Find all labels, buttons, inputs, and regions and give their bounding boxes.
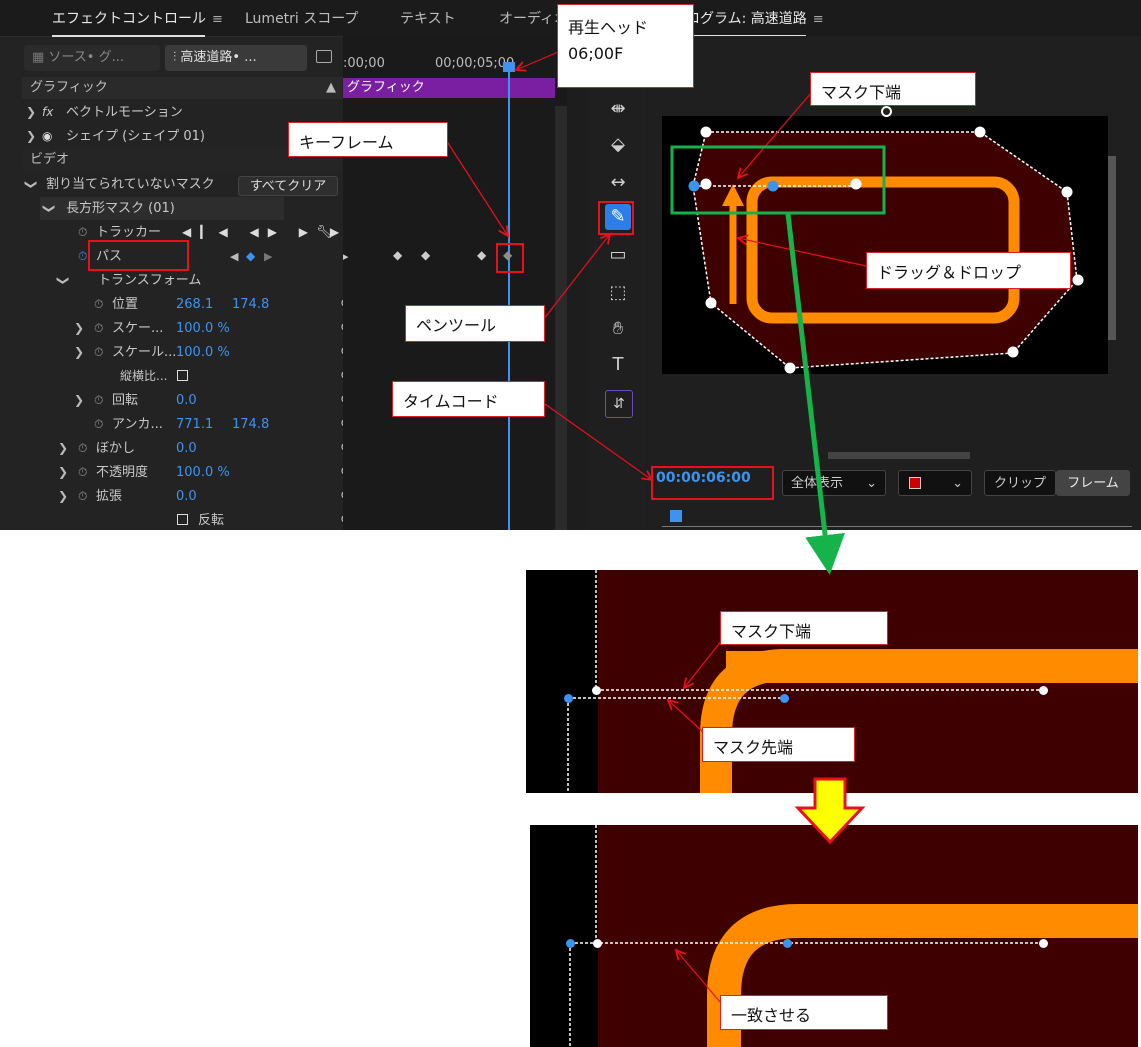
callout-match: 一致させる xyxy=(720,995,888,1030)
highlight-pen-tool xyxy=(598,201,634,235)
highlight-timecode xyxy=(651,466,774,500)
highlight-path-row xyxy=(88,240,189,271)
callout-pen-tool: ペンツール xyxy=(405,305,545,342)
callout-timecode: タイムコード xyxy=(392,381,545,417)
callout-drag-drop: ドラッグ＆ドロップ xyxy=(866,252,1071,289)
callout-keyframe: キーフレーム xyxy=(288,122,448,157)
callout-text: 06;00F xyxy=(568,44,624,63)
callout-mask-tip: マスク先端 xyxy=(702,727,855,762)
highlight-keyframe xyxy=(496,243,524,273)
callout-mask-bottom: マスク下端 xyxy=(810,72,976,106)
callout-mask-bottom-zoom: マスク下端 xyxy=(720,611,888,645)
callout-playhead: 再生ヘッド 06;00F xyxy=(557,4,694,88)
callout-text: 再生ヘッド xyxy=(568,18,649,37)
annotation-overlay xyxy=(445,51,1084,1003)
